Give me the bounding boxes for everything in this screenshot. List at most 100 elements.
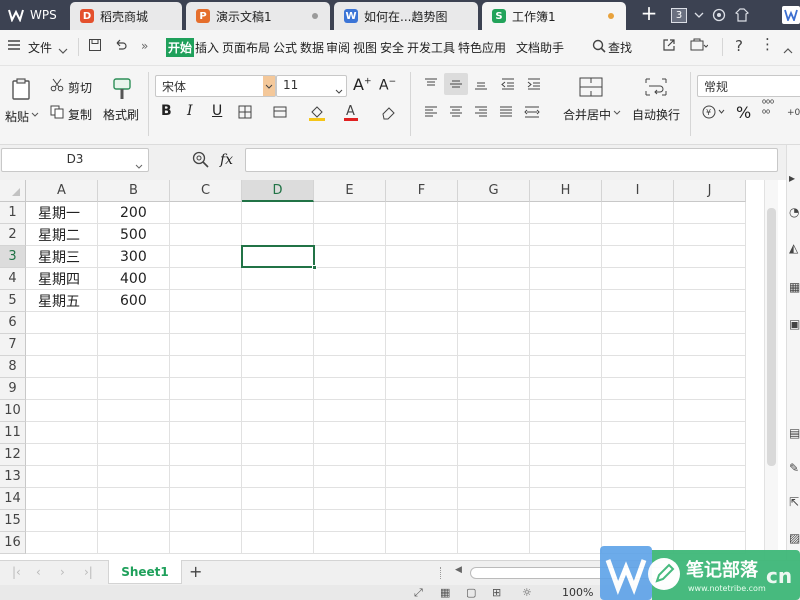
row-header-14[interactable]: 14: [0, 488, 26, 510]
cell-f7[interactable]: [386, 334, 458, 356]
cell-e9[interactable]: [314, 378, 386, 400]
row-header-2[interactable]: 2: [0, 224, 26, 246]
cell-h14[interactable]: [530, 488, 602, 510]
cell-e3[interactable]: [314, 246, 386, 268]
cell-b6[interactable]: [98, 312, 170, 334]
cell-d11[interactable]: [242, 422, 314, 444]
cell-i13[interactable]: [602, 466, 674, 488]
chevron-down-icon[interactable]: [58, 42, 68, 58]
cell-h11[interactable]: [530, 422, 602, 444]
merge-center-button[interactable]: 合并居中: [563, 106, 611, 123]
cell-b1[interactable]: 200: [98, 202, 170, 224]
column-header-b[interactable]: B: [98, 180, 170, 202]
cell-f15[interactable]: [386, 510, 458, 532]
column-header-h[interactable]: H: [530, 180, 602, 202]
cell-f2[interactable]: [386, 224, 458, 246]
column-header-a[interactable]: A: [26, 180, 98, 202]
cell-j15[interactable]: [674, 510, 746, 532]
new-tab-icon[interactable]: +: [640, 1, 658, 25]
cell-e10[interactable]: [314, 400, 386, 422]
cell-e12[interactable]: [314, 444, 386, 466]
zoom-level[interactable]: 100%: [562, 586, 593, 599]
row-header-7[interactable]: 7: [0, 334, 26, 356]
row-header-12[interactable]: 12: [0, 444, 26, 466]
row-header-16[interactable]: 16: [0, 532, 26, 554]
formula-input[interactable]: [245, 148, 778, 172]
thousands-icon[interactable]: ⁰⁰⁰ ⁰⁰: [762, 100, 774, 120]
cell-f13[interactable]: [386, 466, 458, 488]
cell-f12[interactable]: [386, 444, 458, 466]
row-header-4[interactable]: 4: [0, 268, 26, 290]
cell-b8[interactable]: [98, 356, 170, 378]
select-tool-icon[interactable]: ▸: [789, 171, 795, 185]
window-count-badge[interactable]: 3: [670, 5, 688, 25]
cell-a3[interactable]: 星期三: [26, 246, 98, 268]
tab-data[interactable]: 数据: [300, 39, 324, 56]
cell-g1[interactable]: [458, 202, 530, 224]
cell-j7[interactable]: [674, 334, 746, 356]
align-right-icon[interactable]: [473, 105, 489, 119]
cell-a12[interactable]: [26, 444, 98, 466]
more-commands-icon[interactable]: »: [141, 39, 148, 53]
cell-a13[interactable]: [26, 466, 98, 488]
column-header-c[interactable]: C: [170, 180, 242, 202]
cell-i6[interactable]: [602, 312, 674, 334]
cell-a16[interactable]: [26, 532, 98, 554]
select-all-corner[interactable]: [0, 180, 26, 202]
cell-g16[interactable]: [458, 532, 530, 554]
cell-d16[interactable]: [242, 532, 314, 554]
cell-a10[interactable]: [26, 400, 98, 422]
cell-d12[interactable]: [242, 444, 314, 466]
copy-button[interactable]: 复制: [68, 106, 92, 123]
export-icon[interactable]: ⇱: [789, 495, 799, 509]
page-layout-view-icon[interactable]: ▢: [466, 586, 476, 599]
cloud-sync-icon[interactable]: [690, 38, 709, 56]
format-painter-button[interactable]: 格式刷: [103, 106, 139, 123]
column-header-f[interactable]: F: [386, 180, 458, 202]
chevron-down-icon[interactable]: [135, 158, 143, 172]
insert-function-button[interactable]: fx: [220, 152, 233, 168]
cell-j14[interactable]: [674, 488, 746, 510]
cell-h6[interactable]: [530, 312, 602, 334]
account-icon[interactable]: [782, 6, 800, 24]
cell-b9[interactable]: [98, 378, 170, 400]
cell-g14[interactable]: [458, 488, 530, 510]
cell-e8[interactable]: [314, 356, 386, 378]
cell-g5[interactable]: [458, 290, 530, 312]
cell-b10[interactable]: [98, 400, 170, 422]
shirt-icon[interactable]: [733, 5, 751, 25]
align-top-icon[interactable]: [423, 77, 439, 91]
cell-b3[interactable]: 300: [98, 246, 170, 268]
cell-j3[interactable]: [674, 246, 746, 268]
cell-d15[interactable]: [242, 510, 314, 532]
cell-c14[interactable]: [170, 488, 242, 510]
cell-g2[interactable]: [458, 224, 530, 246]
fullscreen-icon[interactable]: ⤢: [414, 586, 423, 600]
wps-home-tab[interactable]: WPS: [0, 0, 66, 30]
decimal-icon[interactable]: +0: [787, 104, 800, 120]
cell-e5[interactable]: [314, 290, 386, 312]
tab-formulas[interactable]: 公式: [273, 39, 297, 56]
cell-e2[interactable]: [314, 224, 386, 246]
cell-c15[interactable]: [170, 510, 242, 532]
cell-b7[interactable]: [98, 334, 170, 356]
cell-j10[interactable]: [674, 400, 746, 422]
align-center-icon[interactable]: [448, 105, 464, 119]
italic-button[interactable]: I: [187, 103, 193, 119]
edit-icon[interactable]: ✎: [789, 461, 799, 475]
cell-j8[interactable]: [674, 356, 746, 378]
row-header-13[interactable]: 13: [0, 466, 26, 488]
cell-e14[interactable]: [314, 488, 386, 510]
cell-d4[interactable]: [242, 268, 314, 290]
cell-b4[interactable]: 400: [98, 268, 170, 290]
more-icon[interactable]: ⋮: [760, 35, 775, 53]
cell-c8[interactable]: [170, 356, 242, 378]
font-name-select[interactable]: 宋体: [155, 75, 276, 97]
currency-icon[interactable]: ¥: [701, 104, 725, 120]
align-middle-icon[interactable]: [444, 73, 468, 95]
cell-j5[interactable]: [674, 290, 746, 312]
add-sheet-button[interactable]: +: [189, 562, 202, 581]
paste-icon[interactable]: [8, 76, 34, 102]
cell-c16[interactable]: [170, 532, 242, 554]
cell-j13[interactable]: [674, 466, 746, 488]
